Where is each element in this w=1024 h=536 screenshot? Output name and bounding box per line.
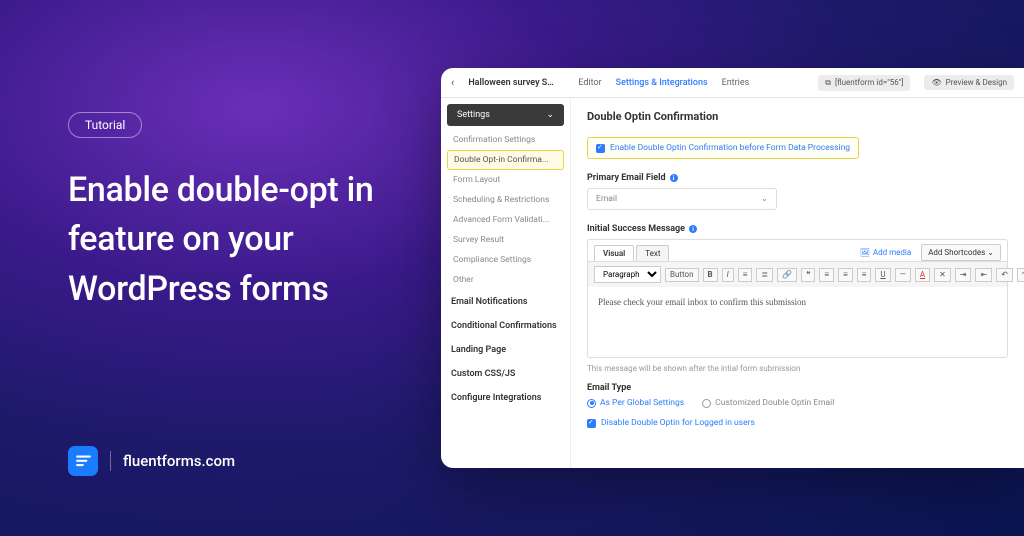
enable-double-optin-checkbox[interactable]: Enable Double Optin Confirmation before …: [587, 137, 859, 159]
success-message-label: Initial Success Message i: [587, 224, 1008, 234]
hero-area: Tutorial Enable double-opt in feature on…: [68, 112, 408, 314]
add-shortcodes-button[interactable]: Add Shortcodes ⌄: [921, 244, 1001, 261]
radio-global-settings[interactable]: As Per Global Settings: [587, 398, 684, 408]
undo-icon[interactable]: ↶: [996, 268, 1013, 282]
shortcode-pill[interactable]: ⧉ [fluentform id="56"]: [818, 75, 910, 91]
editor-content[interactable]: Please check your email inbox to confirm…: [588, 287, 1007, 357]
sidebar-item-email-notifications[interactable]: Email Notifications: [441, 290, 570, 314]
email-type-label: Email Type: [587, 383, 1008, 393]
sidebar-sub-other[interactable]: Other: [441, 270, 570, 290]
info-icon[interactable]: i: [670, 174, 678, 182]
brand-text: fluentforms.com: [123, 452, 235, 470]
outdent-icon[interactable]: ⇤: [975, 268, 992, 282]
button-insert[interactable]: Button: [665, 268, 699, 282]
preview-label: Preview & Design: [946, 78, 1007, 87]
brand-footer: fluentforms.com: [68, 446, 235, 476]
sidebar-item-landing[interactable]: Landing Page: [441, 338, 570, 362]
tab-settings-integrations[interactable]: Settings & Integrations: [616, 78, 708, 88]
tab-editor[interactable]: Editor: [578, 78, 601, 88]
sidebar-item-integrations[interactable]: Configure Integrations: [441, 386, 570, 410]
copy-icon: ⧉: [825, 78, 831, 88]
sidebar-sub-scheduling[interactable]: Scheduling & Restrictions: [441, 190, 570, 210]
brand-separator: [110, 451, 111, 471]
sidebar-sub-double-optin[interactable]: Double Opt-in Confirma...: [447, 150, 564, 170]
page-title: Double Optin Confirmation: [587, 110, 1008, 123]
align-center-icon[interactable]: ≡: [838, 268, 853, 282]
sidebar-sub-form-layout[interactable]: Form Layout: [441, 170, 570, 190]
enable-label: Enable Double Optin Confirmation before …: [610, 143, 850, 153]
text-color-icon[interactable]: A: [915, 268, 930, 282]
checkbox-icon: [596, 144, 605, 153]
info-icon[interactable]: i: [689, 225, 697, 233]
radio-icon: [702, 399, 711, 408]
sidebar-sub-compliance[interactable]: Compliance Settings: [441, 250, 570, 270]
hr-icon[interactable]: —: [895, 268, 911, 282]
tutorial-chip: Tutorial: [68, 112, 142, 138]
app-topbar: ‹ Halloween survey Su... Editor Settings…: [441, 68, 1024, 98]
primary-email-select[interactable]: Email ⌄: [587, 188, 777, 210]
shortcode-text: [fluentform id="56"]: [835, 78, 904, 87]
align-left-icon[interactable]: ≡: [819, 268, 834, 282]
preview-design-button[interactable]: 👁 Preview & Design: [924, 75, 1014, 90]
back-arrow-icon[interactable]: ‹: [451, 76, 454, 89]
bold-icon[interactable]: B: [703, 268, 718, 282]
editor-hint: This message will be shown after the int…: [587, 364, 1008, 373]
sidebar-item-cssjs[interactable]: Custom CSS/JS: [441, 362, 570, 386]
form-title: Halloween survey Su...: [468, 78, 558, 88]
disable-checkbox[interactable]: Disable Double Optin for Logged in users: [587, 418, 1008, 428]
chevron-down-icon: ⌄: [761, 194, 768, 204]
sidebar-sub-validation[interactable]: Advanced Form Validati...: [441, 210, 570, 230]
select-value: Email: [596, 194, 617, 204]
rich-text-editor: Visual Text 🖼 Add media Add Shortcodes ⌄…: [587, 239, 1008, 358]
screenshot-panel: ‹ Halloween survey Su... Editor Settings…: [441, 68, 1024, 468]
editor-tab-visual[interactable]: Visual: [594, 245, 634, 261]
hero-headline: Enable double-opt in feature on your Wor…: [68, 166, 408, 314]
italic-icon[interactable]: I: [722, 268, 734, 282]
sidebar: Settings ⌄ Confirmation Settings Double …: [441, 98, 571, 468]
link-icon[interactable]: 🔗: [777, 268, 797, 282]
paragraph-select[interactable]: Paragraph: [594, 266, 661, 283]
sidebar-sub-confirmation[interactable]: Confirmation Settings: [441, 130, 570, 150]
list-ol-icon[interactable]: ≣: [756, 268, 773, 282]
indent-icon[interactable]: ⇥: [955, 268, 972, 282]
add-media-button[interactable]: 🖼 Add media: [860, 248, 911, 257]
redo-icon[interactable]: ↷: [1017, 268, 1024, 282]
settings-accordion[interactable]: Settings ⌄: [447, 104, 564, 126]
top-tabs: Editor Settings & Integrations Entries: [578, 78, 749, 88]
quote-icon[interactable]: ❝: [801, 268, 815, 282]
list-ul-icon[interactable]: ≡: [738, 268, 753, 282]
primary-email-label: Primary Email Field i: [587, 173, 1008, 183]
underline-icon[interactable]: U: [875, 268, 890, 282]
radio-icon: [587, 399, 596, 408]
eye-icon: 👁: [931, 78, 941, 87]
checkbox-icon: [587, 419, 596, 428]
align-right-icon[interactable]: ≡: [857, 268, 872, 282]
clear-icon[interactable]: ✕: [934, 268, 951, 282]
tab-entries[interactable]: Entries: [722, 78, 750, 88]
chevron-down-icon: ⌄: [546, 110, 554, 120]
fluentforms-logo-icon: [68, 446, 98, 476]
editor-toolbar: Paragraph Button B I ≡ ≣ 🔗 ❝ ≡ ≡ ≡ U — A…: [588, 261, 1007, 287]
radio-customized-email[interactable]: Customized Double Optin Email: [702, 398, 834, 408]
sidebar-item-conditional[interactable]: Conditional Confirmations: [441, 314, 570, 338]
media-icon: 🖼: [860, 248, 870, 257]
editor-tab-text[interactable]: Text: [636, 245, 669, 261]
sidebar-sub-survey[interactable]: Survey Result: [441, 230, 570, 250]
main-content: Double Optin Confirmation Enable Double …: [571, 98, 1024, 468]
